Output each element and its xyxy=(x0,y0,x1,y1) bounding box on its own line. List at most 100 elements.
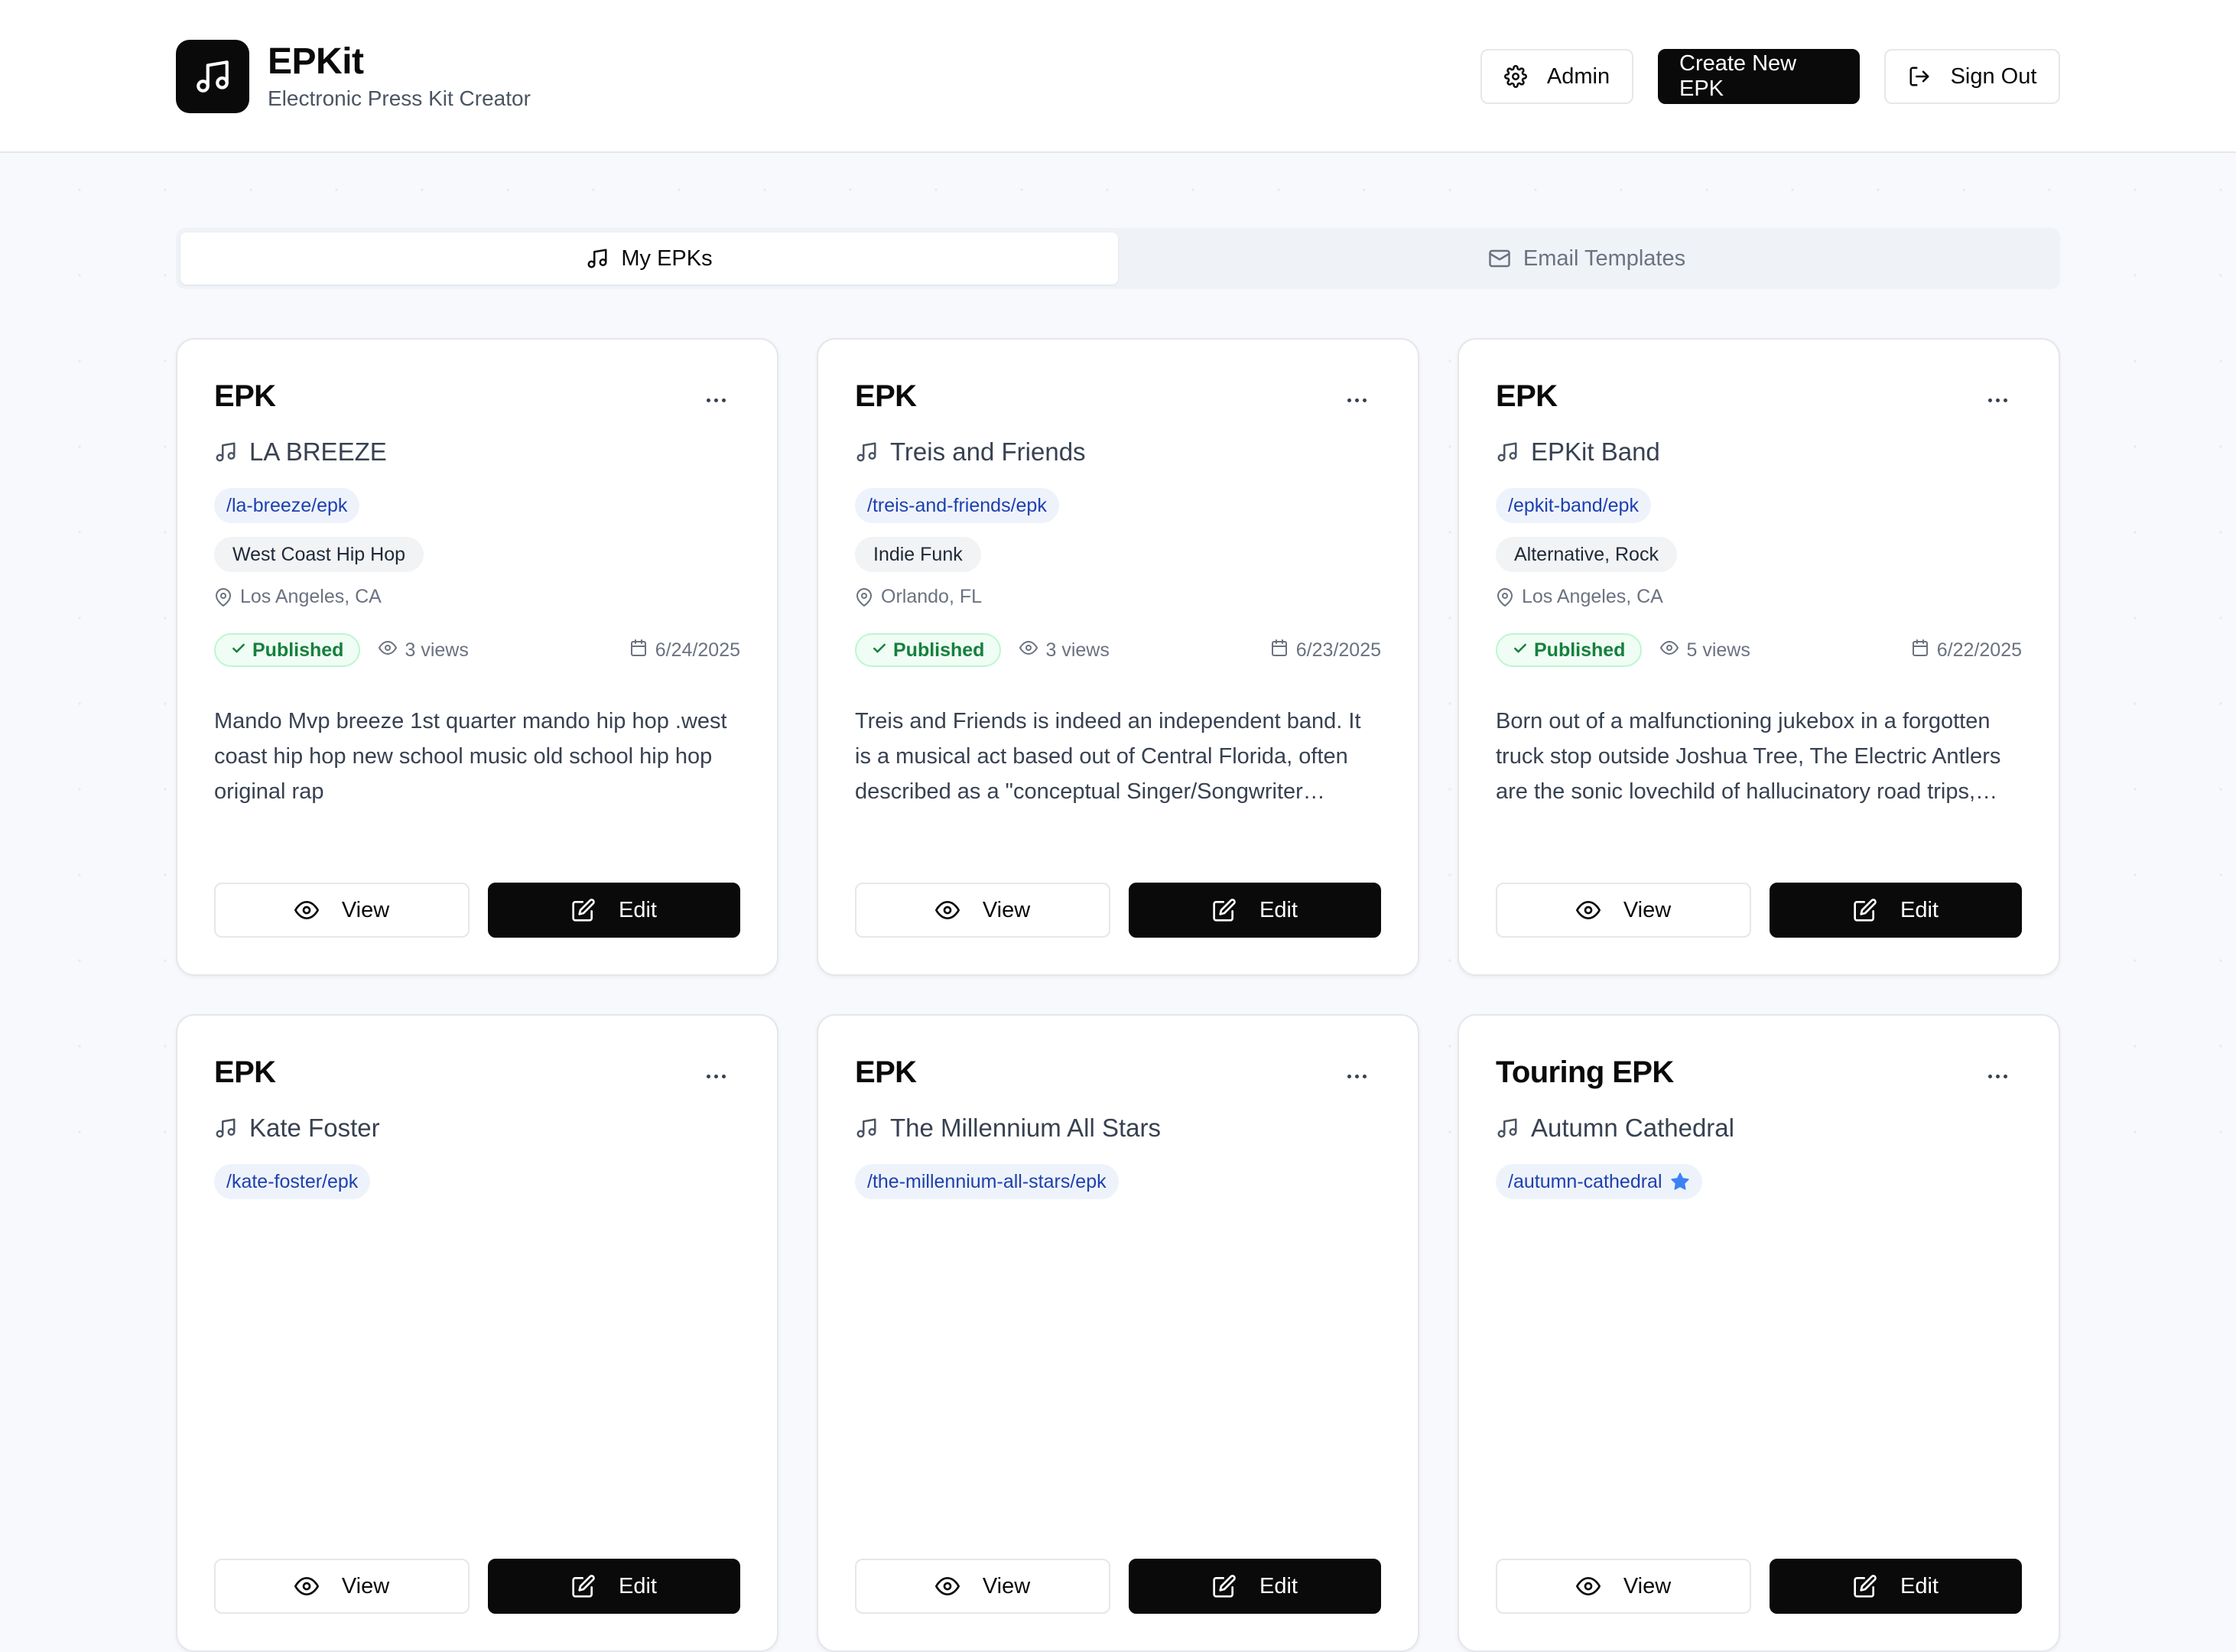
slug-text: /kate-foster/epk xyxy=(226,1170,359,1192)
artist-row: The Millennium All Stars xyxy=(855,1114,1161,1143)
slug-text: /treis-and-friends/epk xyxy=(867,494,1047,516)
genre-badge: Indie Funk xyxy=(855,537,981,572)
music-note-icon xyxy=(214,1117,237,1140)
more-options-button[interactable] xyxy=(1982,389,2013,411)
edit-label: Edit xyxy=(1259,897,1298,922)
map-pin-icon xyxy=(1496,587,1514,606)
epk-slug-link[interactable]: /the-millennium-all-stars/epk xyxy=(855,1164,1119,1199)
date-text: 6/22/2025 xyxy=(1936,639,2022,661)
calendar-icon xyxy=(1270,639,1289,662)
view-button[interactable]: View xyxy=(1496,883,1751,938)
eye-icon xyxy=(1575,1574,1601,1598)
sign-out-button[interactable]: Sign Out xyxy=(1884,49,2060,104)
epk-slug-link[interactable]: /epkit-band/epk xyxy=(1496,488,1651,523)
edit-button[interactable]: Edit xyxy=(1770,883,2022,938)
view-button[interactable]: View xyxy=(214,883,470,938)
artist-row: LA BREEZE xyxy=(214,437,387,467)
app-subtitle: Electronic Press Kit Creator xyxy=(268,86,531,110)
view-label: View xyxy=(1623,1573,1672,1598)
music-note-icon xyxy=(214,441,237,463)
edit-icon xyxy=(1853,898,1877,922)
tab-label: Email Templates xyxy=(1523,246,1686,271)
create-label: Create New EPK xyxy=(1679,51,1797,101)
eye-icon xyxy=(294,1574,319,1598)
created-date: 6/22/2025 xyxy=(1911,639,2022,662)
epk-type: EPK xyxy=(855,379,917,413)
view-label: View xyxy=(1623,897,1672,922)
artist-name: Autumn Cathedral xyxy=(1531,1114,1734,1142)
view-count: 3 views xyxy=(1019,639,1110,662)
epk-slug-link[interactable]: /autumn-cathedral xyxy=(1496,1164,1702,1199)
genre-badge: West Coast Hip Hop xyxy=(214,537,424,572)
status-text: Published xyxy=(893,639,985,661)
epk-slug-link[interactable]: /treis-and-friends/epk xyxy=(855,488,1059,523)
map-pin-icon xyxy=(855,587,873,606)
artist-name: LA BREEZE xyxy=(249,437,387,466)
gear-icon xyxy=(1503,65,1527,88)
date-text: 6/24/2025 xyxy=(655,639,740,661)
slug-text: /the-millennium-all-stars/epk xyxy=(867,1170,1107,1192)
edit-button[interactable]: Edit xyxy=(1129,883,1381,938)
location-row: Los Angeles, CA xyxy=(1496,586,1663,608)
view-button[interactable]: View xyxy=(855,1559,1110,1614)
artist-name: Kate Foster xyxy=(249,1114,380,1142)
more-options-button[interactable] xyxy=(1982,1065,2013,1088)
admin-button[interactable]: Admin xyxy=(1480,49,1633,104)
music-note-icon xyxy=(1496,1117,1519,1140)
view-button[interactable]: View xyxy=(214,1559,470,1614)
epk-card: EPK Kate Foster /kate-foster/epk View Ed… xyxy=(176,1014,778,1652)
edit-icon xyxy=(571,1574,596,1598)
edit-label: Edit xyxy=(1900,897,1939,922)
edit-button[interactable]: Edit xyxy=(1129,1559,1381,1614)
brand[interactable]: EPKit Electronic Press Kit Creator xyxy=(176,40,531,113)
edit-icon xyxy=(1212,898,1237,922)
logo xyxy=(176,40,249,113)
artist-row: Treis and Friends xyxy=(855,437,1086,467)
edit-button[interactable]: Edit xyxy=(488,1559,740,1614)
view-button[interactable]: View xyxy=(1496,1559,1751,1614)
edit-label: Edit xyxy=(619,1573,657,1598)
check-icon xyxy=(231,639,246,662)
tab-email-templates[interactable]: Email Templates xyxy=(1118,233,2056,285)
tab-my-epks[interactable]: My EPKs xyxy=(180,233,1118,285)
calendar-icon xyxy=(1911,639,1929,662)
epk-card: EPK The Millennium All Stars /the-millen… xyxy=(817,1014,1419,1652)
music-note-icon xyxy=(855,1117,878,1140)
more-options-button[interactable] xyxy=(1341,1065,1372,1088)
epk-slug-link[interactable]: /la-breeze/epk xyxy=(214,488,360,523)
calendar-icon xyxy=(629,639,648,662)
view-button[interactable]: View xyxy=(855,883,1110,938)
tab-bar: My EPKs Email Templates xyxy=(176,228,2060,289)
eye-icon xyxy=(934,898,960,922)
more-options-button[interactable] xyxy=(1341,389,1372,411)
edit-button[interactable]: Edit xyxy=(488,883,740,938)
view-count: 5 views xyxy=(1660,639,1750,662)
epk-type: EPK xyxy=(855,1055,917,1089)
view-count: 3 views xyxy=(379,639,469,662)
location-text: Orlando, FL xyxy=(881,586,983,607)
create-new-epk-button[interactable]: Create New EPK xyxy=(1658,49,1860,104)
music-note-icon xyxy=(855,441,878,463)
music-note-icon xyxy=(1496,441,1519,463)
map-pin-icon xyxy=(214,587,232,606)
edit-button[interactable]: Edit xyxy=(1770,1559,2022,1614)
edit-label: Edit xyxy=(1900,1573,1939,1598)
epk-grid: EPK LA BREEZE /la-breeze/epk West Coast … xyxy=(176,338,2060,1652)
location-row: Orlando, FL xyxy=(855,586,982,608)
artist-name: Treis and Friends xyxy=(890,437,1086,466)
check-icon xyxy=(1513,639,1528,662)
meta-row: Published 3 views 6/23/2025 xyxy=(855,633,1381,667)
created-date: 6/23/2025 xyxy=(1270,639,1381,662)
more-options-button[interactable] xyxy=(700,1065,731,1088)
app-title: EPKit xyxy=(268,41,364,82)
more-options-button[interactable] xyxy=(700,389,731,411)
edit-label: Edit xyxy=(619,897,657,922)
eye-icon xyxy=(379,639,398,662)
artist-name: The Millennium All Stars xyxy=(890,1114,1161,1142)
card-actions: View Edit xyxy=(855,1559,1381,1614)
app-header: EPKit Electronic Press Kit Creator Admin… xyxy=(0,0,2236,153)
eye-icon xyxy=(1660,639,1679,662)
date-text: 6/23/2025 xyxy=(1295,639,1381,661)
edit-icon xyxy=(1212,1574,1237,1598)
epk-slug-link[interactable]: /kate-foster/epk xyxy=(214,1164,371,1199)
